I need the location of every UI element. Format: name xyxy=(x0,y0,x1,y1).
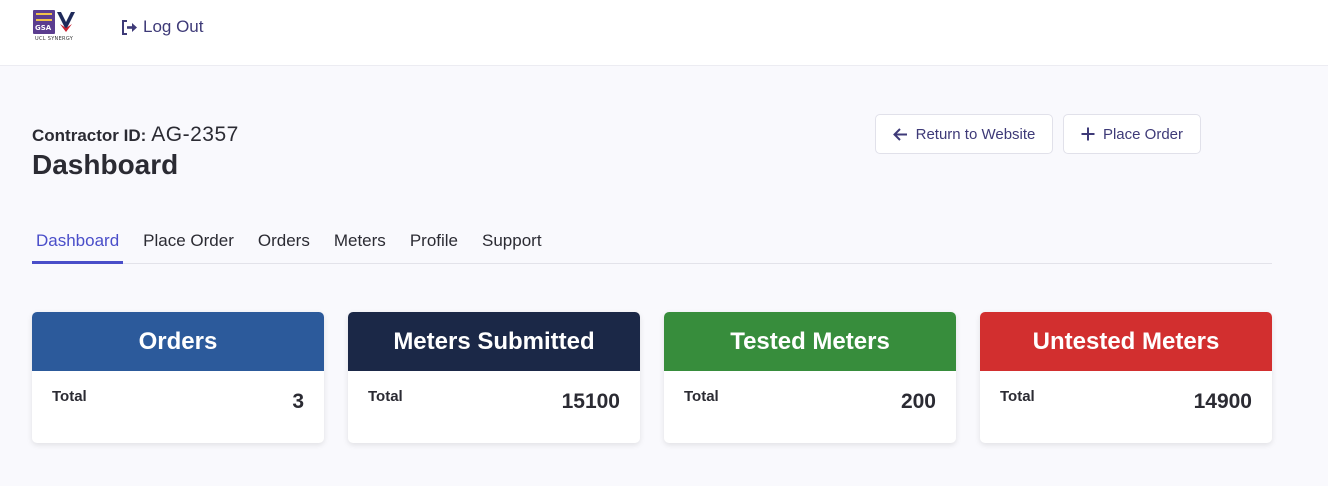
contractor-label: Contractor ID: xyxy=(32,126,147,145)
total-label: Total xyxy=(1000,388,1035,405)
tab-meters[interactable]: Meters xyxy=(330,222,390,264)
tab-support[interactable]: Support xyxy=(478,222,546,264)
place-order-button[interactable]: Place Order xyxy=(1063,114,1201,154)
tab-profile[interactable]: Profile xyxy=(406,222,462,264)
return-label: Return to Website xyxy=(915,125,1036,143)
logo-tagline: UCL SYNERGY xyxy=(35,36,74,42)
tab-bar: Dashboard Place Order Orders Meters Prof… xyxy=(32,222,1272,264)
total-value: 15100 xyxy=(561,390,620,413)
arrow-left-icon xyxy=(892,127,907,141)
logo-badge-text: GSA xyxy=(35,24,52,32)
company-logo[interactable]: GSA UCL SYNERGY xyxy=(33,10,79,44)
total-label: Total xyxy=(52,388,87,405)
contractor-info: Contractor ID: AG-2357 xyxy=(32,123,239,147)
total-value: 200 xyxy=(900,390,936,413)
gsa-logo-mark: GSA xyxy=(33,10,55,34)
ucl-v-logo-icon xyxy=(57,12,75,32)
sign-out-icon xyxy=(122,19,137,35)
untested-meters-card: Untested Meters Total 14900 xyxy=(980,312,1272,443)
orders-card: Orders Total 3 xyxy=(32,312,324,443)
top-bar: GSA UCL SYNERGY Log Out xyxy=(0,0,1328,66)
tested-meters-card: Tested Meters Total 200 xyxy=(664,312,956,443)
card-title: Meters Submitted xyxy=(348,312,640,371)
card-title: Untested Meters xyxy=(980,312,1272,371)
card-title: Orders xyxy=(32,312,324,371)
logout-label: Log Out xyxy=(143,17,204,36)
place-order-label: Place Order xyxy=(1102,125,1184,143)
return-to-website-button[interactable]: Return to Website xyxy=(875,114,1053,154)
tab-orders[interactable]: Orders xyxy=(254,222,314,264)
plus-icon xyxy=(1081,127,1095,141)
tab-place-order[interactable]: Place Order xyxy=(139,222,238,264)
logout-button[interactable]: Log Out xyxy=(121,16,204,38)
total-label: Total xyxy=(368,388,403,405)
total-label: Total xyxy=(684,388,719,405)
meters-submitted-card: Meters Submitted Total 15100 xyxy=(348,312,640,443)
contractor-id: AG-2357 xyxy=(151,123,239,146)
tab-dashboard[interactable]: Dashboard xyxy=(32,222,124,264)
page-title: Dashboard xyxy=(32,149,179,180)
card-title: Tested Meters xyxy=(664,312,956,371)
total-value: 3 xyxy=(292,390,304,413)
total-value: 14900 xyxy=(1193,390,1252,413)
